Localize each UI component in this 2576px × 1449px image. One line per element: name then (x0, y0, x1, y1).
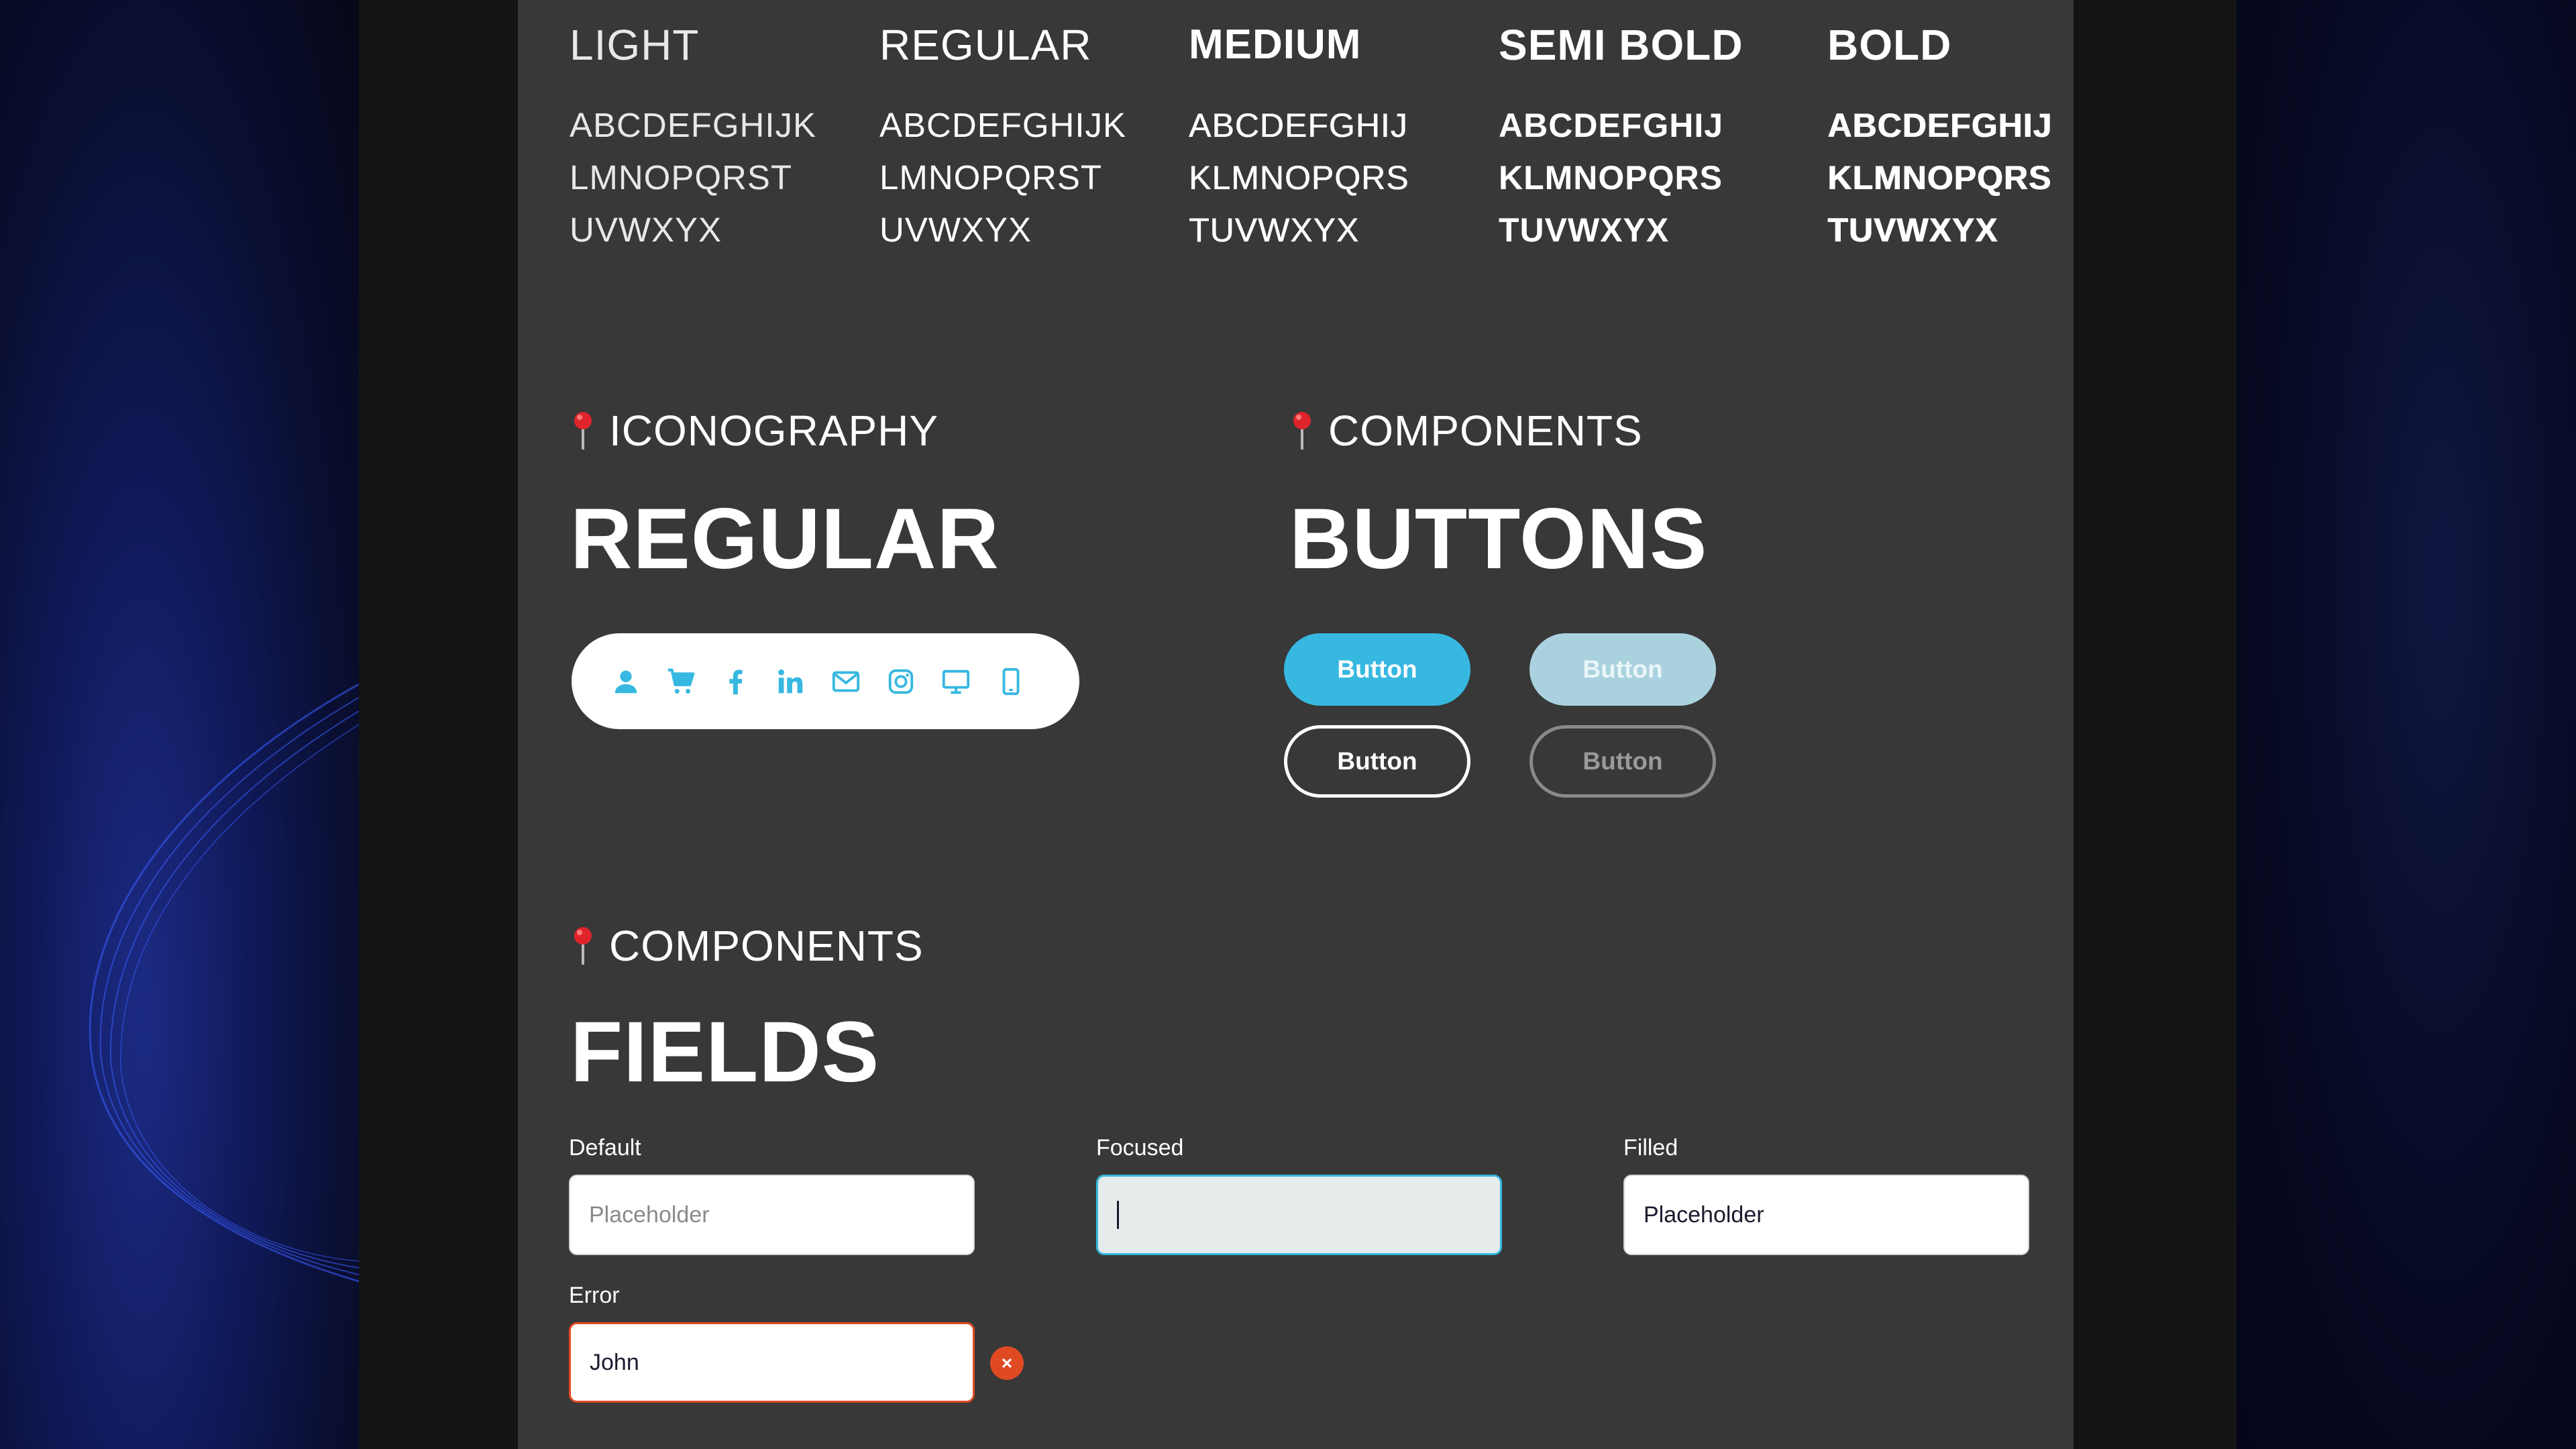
weight-sample: ABCDEFGHIJK LMNOPQRST UVWXYX (570, 99, 816, 256)
sample-line: UVWXYX (879, 211, 1032, 249)
primary-button[interactable]: Button (1284, 633, 1470, 706)
fields-heading: FIELDS (570, 1004, 880, 1100)
weight-column-bold: BOLD ABCDEFGHIJ KLMNOPQRS TUVWXYX (1827, 19, 2052, 256)
sample-line: ABCDEFGHIJ (1499, 107, 1724, 144)
error-field-label: Error (569, 1283, 620, 1308)
swoosh-decoration (89, 683, 359, 1283)
weight-sample: ABCDEFGHIJ KLMNOPQRS TUVWXYX (1827, 99, 2052, 256)
pin-icon (1293, 412, 1311, 449)
weight-sample: ABCDEFGHIJK LMNOPQRST UVWXYX (879, 99, 1126, 256)
default-field-label: Default (569, 1135, 641, 1161)
buttons-section-label: COMPONENTS (1291, 406, 1643, 455)
section-label-text: COMPONENTS (1328, 407, 1643, 455)
sample-line: LMNOPQRST (879, 158, 1103, 197)
weight-sample: ABCDEFGHIJ KLMNOPQRS TUVWXYX (1189, 99, 1409, 256)
linkedin-icon[interactable] (775, 666, 806, 697)
style-guide-panel: LIGHT ABCDEFGHIJK LMNOPQRST UVWXYX REGUL… (518, 0, 2074, 1449)
focused-field[interactable] (1096, 1175, 1502, 1255)
sample-line: ABCDEFGHIJ (1827, 107, 2053, 144)
error-field[interactable] (569, 1322, 975, 1403)
weight-title: MEDIUM (1189, 21, 1362, 68)
cart-icon[interactable] (665, 666, 696, 697)
sample-line: UVWXYX (570, 211, 722, 249)
weight-sample: ABCDEFGHIJ KLMNOPQRS TUVWXYX (1499, 99, 1743, 256)
filled-field[interactable] (1623, 1175, 2029, 1255)
text-caret (1117, 1201, 1119, 1229)
background-left-decoration (0, 0, 359, 1449)
error-clear-icon[interactable] (990, 1346, 1024, 1380)
user-icon[interactable] (610, 666, 641, 697)
pin-icon (574, 412, 592, 449)
weight-title: BOLD (1827, 21, 1952, 69)
outline-disabled-button[interactable]: Button (1529, 725, 1716, 798)
mobile-icon[interactable] (996, 666, 1026, 697)
buttons-heading: BUTTONS (1289, 491, 1708, 587)
weight-title: LIGHT (570, 21, 700, 69)
sample-line: TUVWXYX (1499, 211, 1670, 249)
mail-icon[interactable] (830, 666, 861, 697)
sample-line: ABCDEFGHIJK (570, 106, 817, 144)
primary-disabled-button[interactable]: Button (1529, 633, 1716, 706)
section-label-text: ICONOGRAPHY (609, 407, 939, 455)
weight-column-regular: REGULAR ABCDEFGHIJK LMNOPQRST UVWXYX (879, 19, 1126, 256)
facebook-icon[interactable] (720, 666, 751, 697)
sample-line: TUVWXYX (1189, 211, 1360, 249)
fields-section-label: COMPONENTS (572, 921, 924, 971)
icon-set-pill (572, 633, 1079, 729)
frame-right-border (2074, 0, 2237, 1449)
sample-line: KLMNOPQRS (1827, 159, 2051, 197)
instagram-icon[interactable] (885, 666, 916, 697)
weight-column-light: LIGHT ABCDEFGHIJK LMNOPQRST UVWXYX (570, 19, 816, 256)
sample-line: KLMNOPQRS (1499, 159, 1723, 197)
weight-column-semibold: SEMI BOLD ABCDEFGHIJ KLMNOPQRS TUVWXYX (1499, 19, 1743, 256)
focused-field-label: Focused (1096, 1135, 1184, 1161)
weight-title: SEMI BOLD (1499, 21, 1743, 69)
pin-icon (574, 927, 592, 965)
filled-field-label: Filled (1623, 1135, 1678, 1161)
sample-line: TUVWXYX (1827, 211, 1998, 249)
outline-button[interactable]: Button (1284, 725, 1470, 798)
iconography-section-label: ICONOGRAPHY (572, 406, 938, 455)
section-label-text: COMPONENTS (609, 922, 924, 970)
iconography-heading: REGULAR (570, 491, 1000, 587)
sample-line: KLMNOPQRS (1189, 159, 1409, 197)
weight-column-medium: MEDIUM ABCDEFGHIJ KLMNOPQRS TUVWXYX (1189, 19, 1409, 256)
desktop-icon[interactable] (941, 666, 971, 697)
default-field[interactable] (569, 1175, 975, 1255)
weight-title: REGULAR (879, 21, 1092, 69)
background-right (2237, 0, 2576, 1449)
sample-line: ABCDEFGHIJ (1189, 107, 1408, 144)
frame-left-border (359, 0, 518, 1449)
sample-line: LMNOPQRST (570, 158, 793, 197)
sample-line: ABCDEFGHIJK (879, 106, 1127, 144)
